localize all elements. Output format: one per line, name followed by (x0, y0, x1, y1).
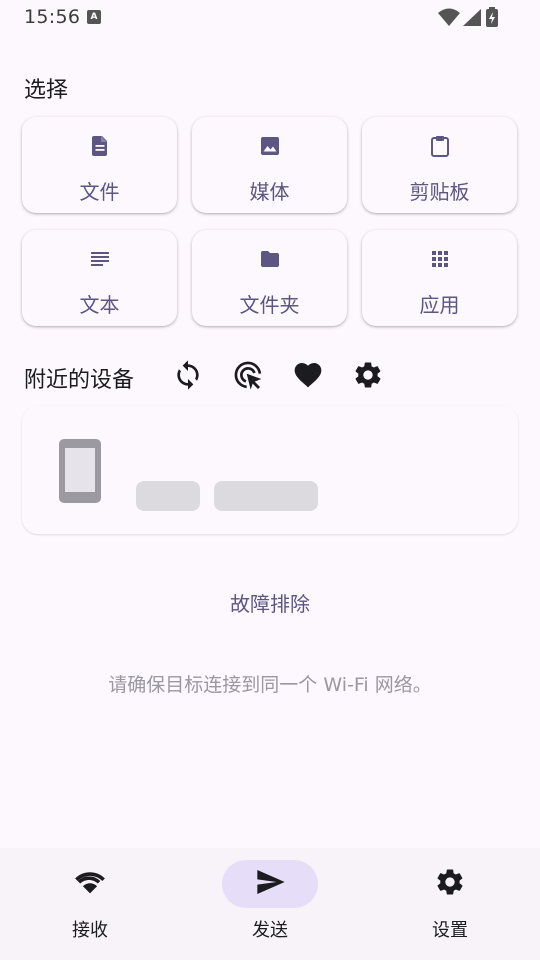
notification-icon: A (87, 10, 101, 24)
send-icon (254, 866, 286, 902)
device-name-placeholder (136, 481, 200, 511)
nearby-devices-title: 附近的设备 (24, 368, 135, 393)
wifi-status-icon (438, 8, 460, 26)
card-label: 文本 (79, 293, 120, 317)
folder-icon (258, 247, 282, 271)
bottom-navigation: 接收 发送 设置 (0, 848, 540, 960)
nav-send-indicator (222, 860, 318, 908)
nav-settings-indicator (402, 860, 498, 908)
card-label: 文件 (79, 180, 120, 204)
wifi-icon (73, 865, 107, 903)
phone-placeholder-icon (59, 439, 101, 503)
apps-icon (428, 247, 452, 271)
device-info-placeholder (214, 481, 318, 511)
send-media-button[interactable]: 媒体 (192, 117, 347, 213)
card-label: 媒体 (249, 180, 290, 204)
image-icon (258, 134, 282, 158)
send-folder-button[interactable]: 文件夹 (192, 230, 347, 326)
text-icon (88, 247, 112, 271)
nav-send[interactable]: 发送 (220, 860, 320, 942)
troubleshoot-link[interactable]: 故障排除 (0, 588, 540, 617)
device-placeholder-card (22, 406, 518, 534)
file-icon (88, 134, 112, 158)
cellular-signal-icon (463, 9, 481, 26)
nav-receive-indicator (42, 860, 138, 908)
gear-icon (434, 866, 466, 902)
card-label: 应用 (419, 293, 460, 317)
send-clipboard-button[interactable]: 剪贴板 (362, 117, 517, 213)
card-label: 剪贴板 (409, 180, 470, 204)
send-app-button[interactable]: 应用 (362, 230, 517, 326)
heart-icon[interactable] (292, 359, 324, 391)
send-file-button[interactable]: 文件 (22, 117, 177, 213)
nav-receive[interactable]: 接收 (40, 860, 140, 942)
refresh-icon[interactable] (172, 359, 204, 391)
gear-icon[interactable] (352, 359, 384, 391)
status-icons (438, 7, 502, 27)
battery-icon (486, 7, 498, 27)
target-cursor-icon[interactable] (232, 359, 264, 391)
select-title: 选择 (24, 78, 69, 103)
status-bar: 15:56 A (0, 0, 540, 34)
nav-settings-label: 设置 (432, 920, 468, 941)
nav-send-label: 发送 (252, 920, 288, 941)
clipboard-icon (428, 134, 452, 158)
status-time: 15:56 (24, 6, 81, 28)
card-label: 文件夹 (239, 293, 300, 317)
nav-receive-label: 接收 (72, 920, 108, 941)
nav-settings[interactable]: 设置 (400, 860, 500, 942)
wifi-hint-text: 请确保目标连接到同一个 Wi-Fi 网络。 (108, 674, 432, 696)
send-text-button[interactable]: 文本 (22, 230, 177, 326)
